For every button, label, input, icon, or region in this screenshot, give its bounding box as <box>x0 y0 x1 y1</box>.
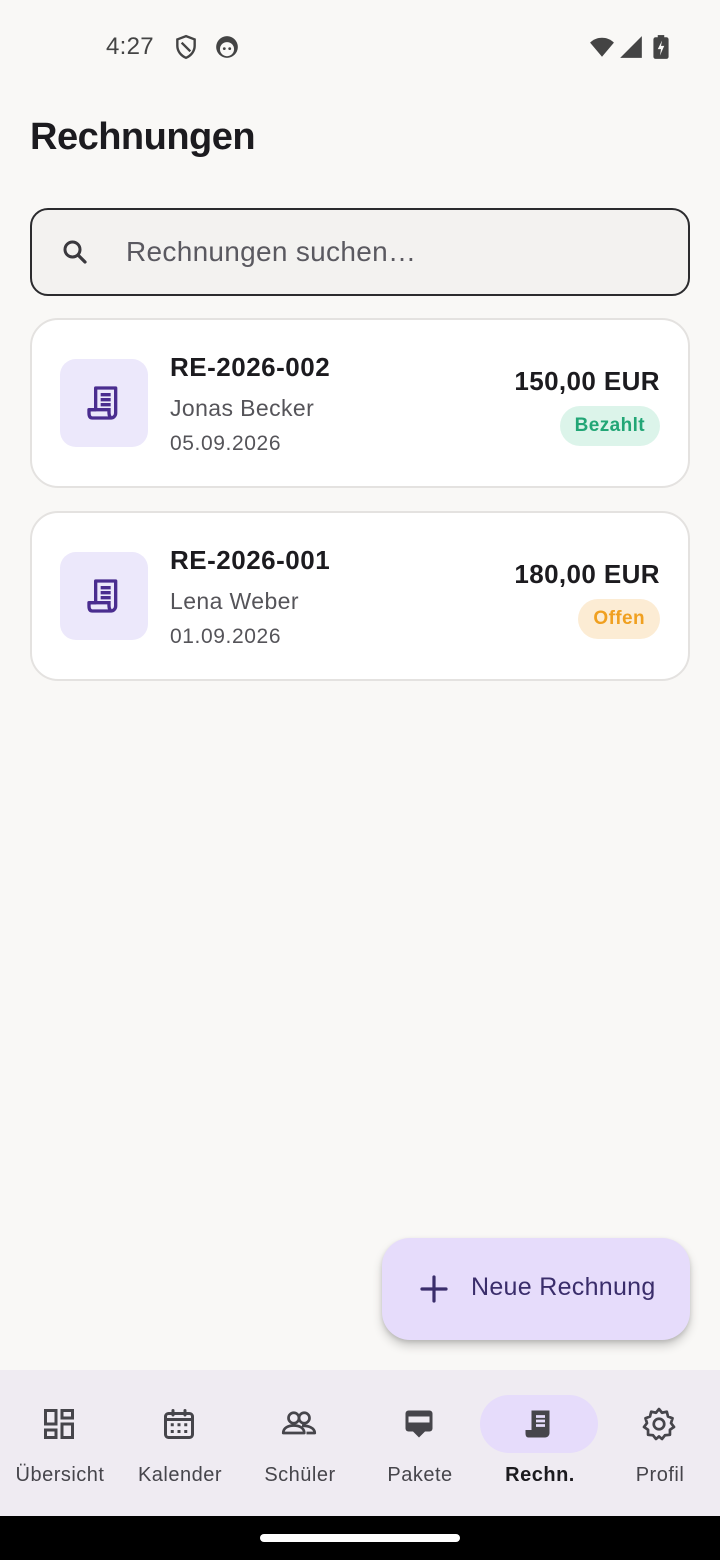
invoices-screen: 4:27 Rechnungen Rechnungen suchen… RE-20… <box>0 0 720 1560</box>
nav-item-uebersicht[interactable]: Übersicht <box>0 1370 120 1516</box>
invoice-amount: 180,00 EUR <box>514 559 660 589</box>
receipt-icon <box>87 579 118 613</box>
invoice-card[interactable]: RE-2026-002 Jonas Becker 05.09.2026 150,… <box>30 318 690 488</box>
face-icon <box>216 36 238 58</box>
nav-item-kalender[interactable]: Kalender <box>120 1370 240 1516</box>
search-input[interactable] <box>126 228 666 276</box>
nav-label: Profil <box>635 1464 685 1486</box>
new-invoice-button[interactable]: Neue Rechnung <box>382 1238 690 1340</box>
bottom-navigation: Übersicht Kalender Schüler Pakete Rechn.… <box>0 1370 720 1516</box>
invoice-customer: Lena Weber <box>170 588 299 614</box>
nav-item-pakete[interactable]: Pakete <box>360 1370 480 1516</box>
plus-icon <box>420 1275 448 1303</box>
search-icon <box>63 240 87 264</box>
package-icon <box>405 1410 433 1438</box>
receipt-icon <box>525 1410 550 1438</box>
gear-icon <box>642 1407 676 1441</box>
status-badge: Bezahlt <box>559 406 660 446</box>
status-bar: 4:27 <box>0 0 720 96</box>
invoice-card[interactable]: RE-2026-001 Lena Weber 01.09.2026 180,00… <box>30 511 690 681</box>
invoice-icon-container <box>60 552 148 640</box>
invoice-icon-container <box>60 359 148 447</box>
calendar-icon <box>164 1409 194 1439</box>
status-badge: Offen <box>578 599 660 639</box>
invoice-date: 05.09.2026 <box>170 432 282 455</box>
nav-item-profil[interactable]: Profil <box>600 1370 720 1516</box>
nav-label: Schüler <box>264 1464 336 1486</box>
nav-item-rechnungen[interactable]: Rechn. <box>480 1370 600 1516</box>
people-icon <box>281 1411 317 1435</box>
invoice-number: RE-2026-002 <box>170 352 331 382</box>
gesture-bar <box>0 1516 720 1560</box>
nav-label: Pakete <box>387 1464 453 1486</box>
status-time: 4:27 <box>106 33 154 60</box>
nav-item-schueler[interactable]: Schüler <box>240 1370 360 1516</box>
page-title: Rechnungen <box>30 116 256 158</box>
invoice-date: 01.09.2026 <box>170 625 282 648</box>
invoice-number: RE-2026-001 <box>170 545 331 575</box>
signal-icon <box>620 36 642 58</box>
nav-label: Rechn. <box>505 1464 575 1486</box>
nav-label: Übersicht <box>15 1464 105 1486</box>
home-indicator[interactable] <box>260 1534 460 1542</box>
battery-charging-icon <box>653 35 669 59</box>
dashboard-icon <box>44 1409 74 1439</box>
invoice-amount: 150,00 EUR <box>514 366 660 396</box>
new-invoice-label: Neue Rechnung <box>471 1273 656 1301</box>
shield-icon <box>176 34 196 60</box>
receipt-icon <box>87 386 118 420</box>
wifi-icon <box>590 37 614 57</box>
search-bar[interactable] <box>30 208 690 296</box>
nav-label: Kalender <box>137 1464 223 1486</box>
invoice-customer: Jonas Becker <box>170 395 315 421</box>
